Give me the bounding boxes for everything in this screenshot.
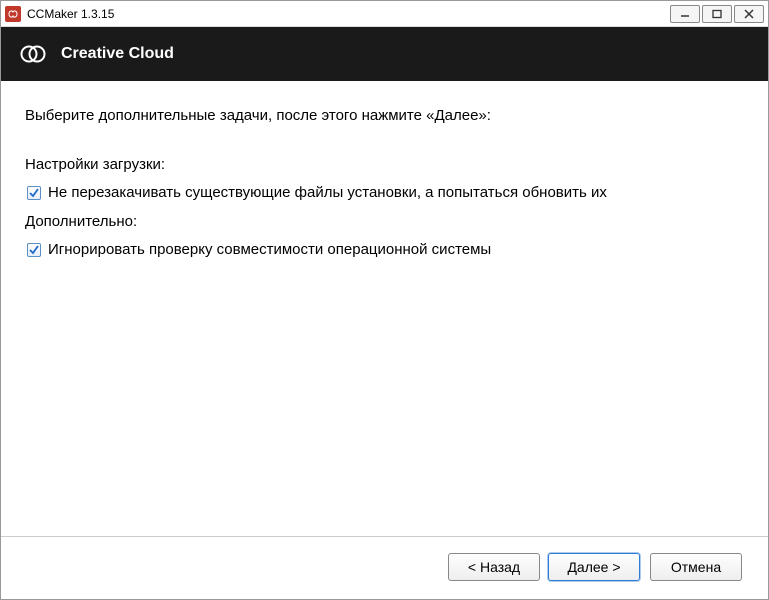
window-title: CCMaker 1.3.15 (27, 7, 668, 21)
checkbox-row-download: Не перезакачивать существующие файлы уст… (27, 182, 748, 205)
checkbox-ignore-compat-label: Игнорировать проверку совместимости опер… (48, 239, 491, 262)
minimize-button[interactable] (670, 5, 700, 23)
creative-cloud-icon (19, 40, 47, 68)
header-title: Creative Cloud (61, 45, 174, 63)
close-button[interactable] (734, 5, 764, 23)
cancel-button[interactable]: Отмена (650, 553, 742, 581)
window: CCMaker 1.3.15 Creative Cloud Выберите д… (0, 0, 769, 600)
additional-section-label: Дополнительно: (25, 211, 748, 234)
window-controls (668, 5, 764, 23)
checkbox-no-redownload[interactable] (27, 186, 41, 200)
back-button[interactable]: < Назад (448, 553, 540, 581)
intro-text: Выберите дополнительные задачи, после эт… (25, 105, 748, 128)
checkbox-no-redownload-label: Не перезакачивать существующие файлы уст… (48, 182, 607, 205)
header-band: Creative Cloud (1, 27, 768, 81)
footer-buttons: < Назад Далее > Отмена (1, 537, 768, 599)
next-button[interactable]: Далее > (548, 553, 640, 581)
maximize-button[interactable] (702, 5, 732, 23)
checkbox-row-ignore: Игнорировать проверку совместимости опер… (27, 239, 748, 262)
checkbox-ignore-compat[interactable] (27, 243, 41, 257)
titlebar: CCMaker 1.3.15 (1, 1, 768, 27)
nav-button-group: < Назад Далее > (448, 553, 640, 581)
app-icon (5, 6, 21, 22)
content-area: Выберите дополнительные задачи, после эт… (1, 81, 768, 537)
download-section-label: Настройки загрузки: (25, 154, 748, 177)
